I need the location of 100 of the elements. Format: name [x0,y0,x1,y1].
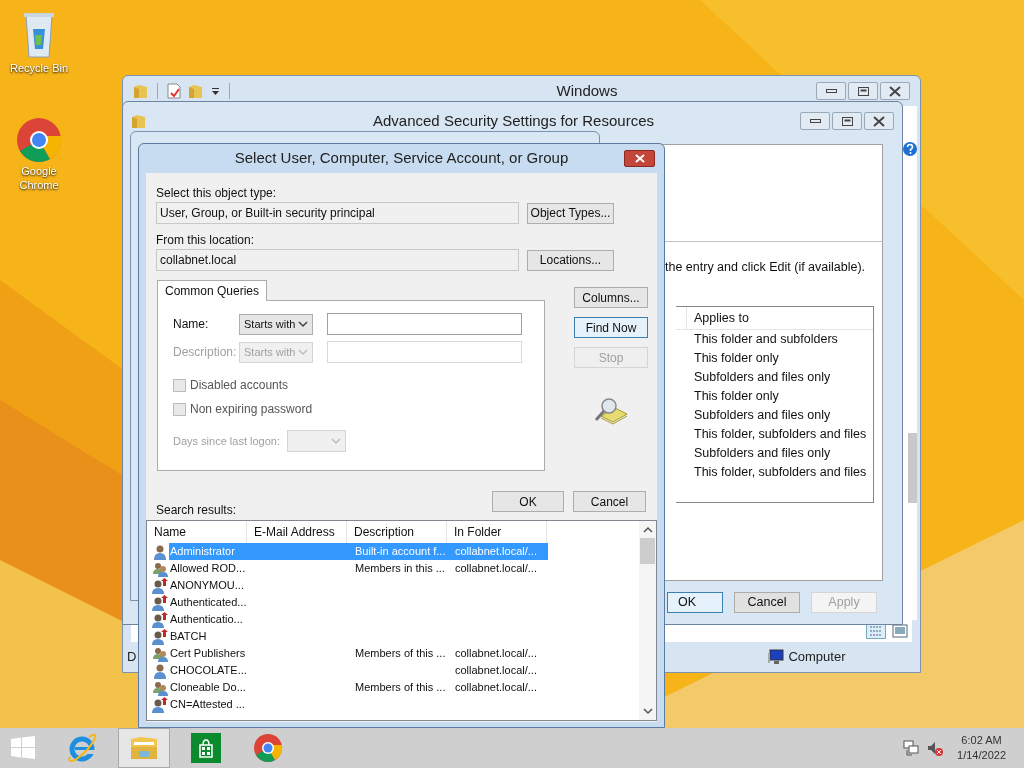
close-icon [873,115,885,127]
status-text: D [127,648,137,667]
columns-button[interactable]: Columns... [574,287,648,308]
table-cell-text: This folder only [693,388,780,405]
read-only-field: User, Group, or Built-in security principal [156,202,519,224]
name-cell[interactable]: Cloneable Do... [169,679,248,696]
minimize-icon [809,119,821,123]
checkbox[interactable] [173,402,186,416]
close-icon [634,154,645,163]
name-cell[interactable]: Cert Publishers [169,645,248,662]
text-field[interactable] [327,341,522,363]
large-icons-view-icon[interactable] [892,624,908,638]
window-title: Windows [555,80,619,101]
close-button[interactable] [624,150,655,167]
tab[interactable]: Common Queries [157,280,268,301]
name-cell[interactable]: BATCH [169,628,248,645]
folder-cell-text: collabnet.local/... [454,680,538,695]
scroll-down-icon[interactable] [642,707,653,715]
table-cell-text: This folder, subfolders and files [693,464,868,481]
locations-button[interactable]: Locations... [527,249,614,271]
field-label: Search results: [156,503,237,517]
taskbar-button[interactable] [118,728,170,768]
properties-icon[interactable] [166,83,182,99]
volume-muted-icon[interactable] [927,740,944,756]
close-button[interactable] [864,112,894,130]
minimize-icon [825,89,837,93]
field-label: Name: [173,316,210,333]
minimize-button[interactable] [816,82,846,100]
object-types-button[interactable]: Object Types... [527,202,614,224]
shopping-bag-icon [191,733,221,763]
name-cell[interactable]: Authenticated... [169,594,248,611]
window-title: Advanced Security Settings for Resources [372,110,655,131]
find-now-button[interactable]: Find Now [574,317,648,338]
chevron-down-icon [298,320,308,328]
field-label: Description: [173,344,238,361]
users-icon [152,560,168,577]
folder-cell-text: collabnet.local/... [454,544,538,559]
column-header[interactable]: Applies to [694,308,749,328]
users-icon [152,679,168,696]
scroll-up-icon[interactable] [642,526,653,534]
ok-button[interactable]: OK [492,491,564,512]
maximize-icon [857,86,869,96]
chevron-down-icon [331,437,341,445]
match-dropdown[interactable]: Starts with [239,313,313,335]
description-cell-text: Members of this ... [354,680,447,695]
read-only-field: collabnet.local [156,249,519,271]
user-arrow-icon [152,628,168,645]
folder-icon [131,113,147,129]
maximize-button[interactable] [848,82,878,100]
name-cell[interactable]: Authenticatio... [169,611,248,628]
description-cell-text: Members in this ... [354,561,446,576]
dialog-title: Select User, Computer, Service Account, or Group [233,148,570,169]
close-button[interactable] [880,82,910,100]
checkbox-label: Disabled accounts [190,377,289,394]
table-cell-text: Subfolders and files only [693,445,832,462]
checkbox[interactable] [173,378,186,392]
chevron-down-icon [298,348,308,356]
computer-icon [768,649,785,665]
folder-cell-text: collabnet.local/... [454,663,538,678]
minimize-button[interactable] [800,112,830,130]
maximize-button[interactable] [832,112,862,130]
table-cell-text: Subfolders and files only [693,407,832,424]
table-cell-text: This folder and subfolders [693,331,839,348]
name-cell[interactable]: CHOCOLATE... [169,662,248,679]
field-label: Select this object type: [156,185,278,201]
clock-date: 1/14/2022 [957,748,1006,763]
user-arrow-icon [152,577,168,594]
user-icon [152,662,168,679]
user-arrow-icon [152,696,168,713]
chrome-icon[interactable] [15,116,63,164]
user-icon [152,543,168,560]
users-icon [152,645,168,662]
maximize-icon [841,116,853,126]
text-field[interactable] [327,313,522,335]
folder-cell-text: collabnet.local/... [454,561,538,576]
cancel-button[interactable]: Cancel [734,592,800,613]
cancel-button[interactable]: Cancel [573,491,646,512]
windows-logo-icon [11,736,35,760]
name-cell[interactable]: CN=Attested ... [169,696,248,713]
ok-button[interactable]: OK [667,592,723,613]
chrome-icon [253,733,283,763]
help-icon[interactable] [903,142,917,156]
search-icon [593,396,629,426]
clock-time: 6:02 AM [961,733,1002,748]
user-arrow-icon [152,594,168,611]
instruction-text: the entry and click Edit (if available). [665,259,866,276]
close-icon [889,85,901,97]
scrollbar-thumb[interactable] [640,538,655,564]
name-cell[interactable]: Allowed ROD... [169,560,248,577]
field-label: Days since last logon: [173,433,281,449]
browser-e-icon [67,733,97,763]
clock[interactable]: 6:02 AM 1/14/2022 [957,733,1006,763]
network-icon[interactable] [903,740,920,756]
user-arrow-icon [152,611,168,628]
description-cell-text: Members of this ... [354,646,447,661]
checkbox-label: Non expiring password [190,401,313,418]
scrollbar-thumb[interactable] [908,433,917,503]
scrollbar[interactable] [639,521,656,720]
name-cell[interactable]: ANONYMOU... [169,577,248,594]
folder-cell-text: collabnet.local/... [454,646,538,661]
